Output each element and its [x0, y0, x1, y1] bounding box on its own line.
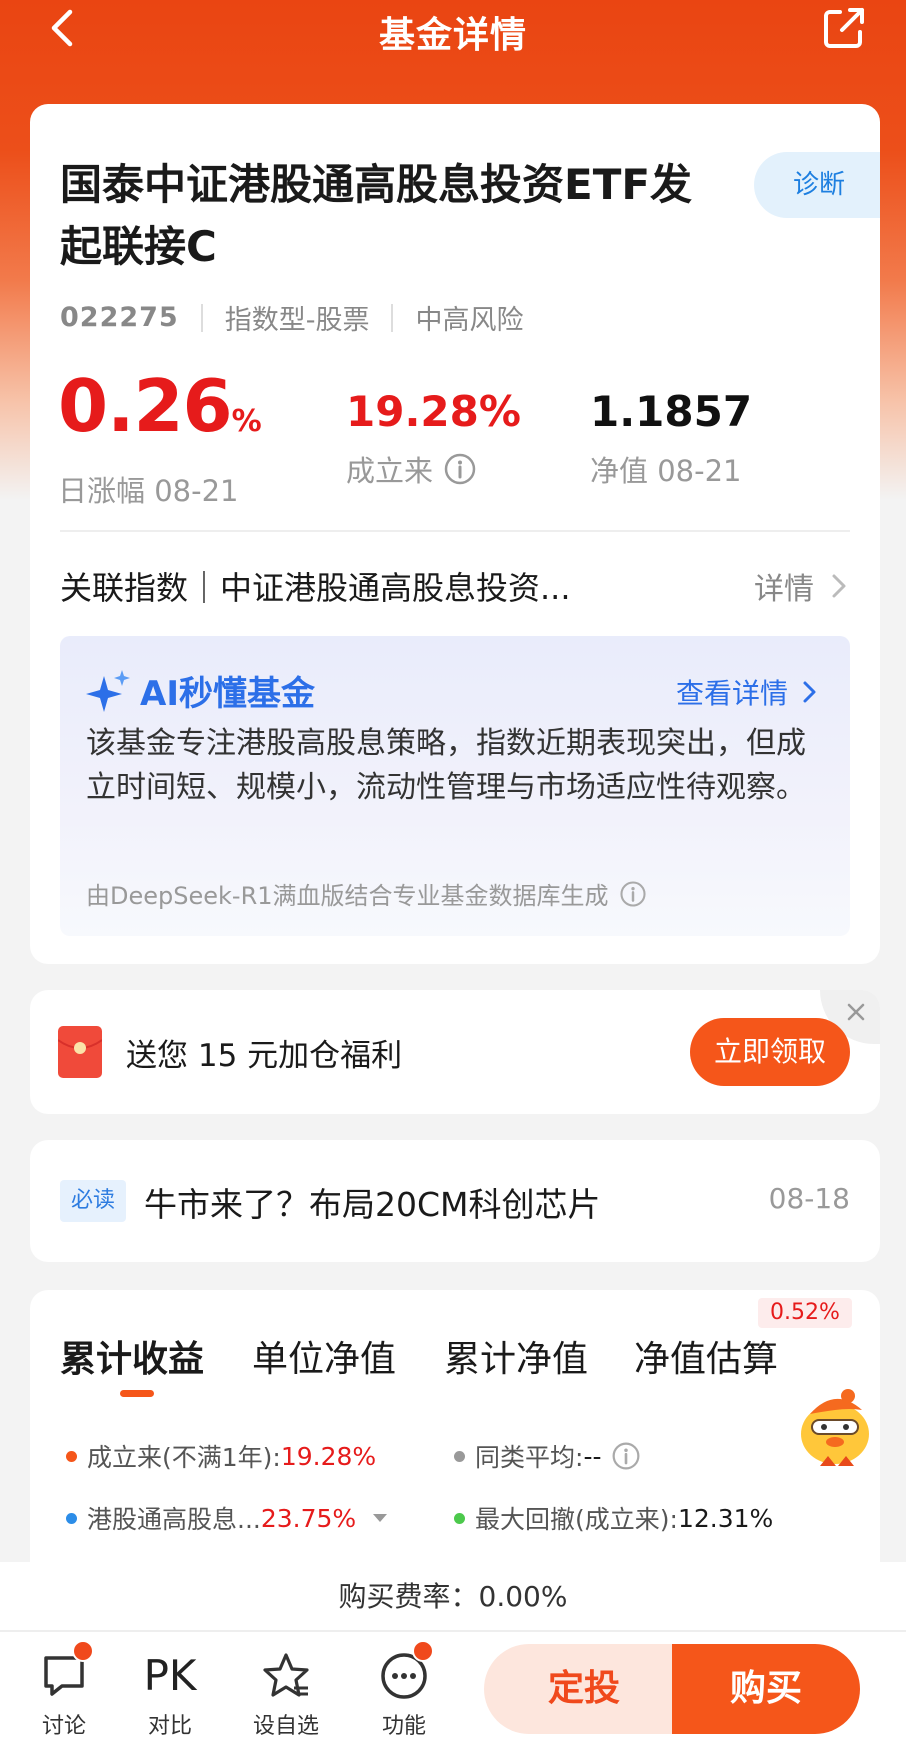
legend-peer-average: 同类平均: --: [454, 1438, 641, 1474]
news-card[interactable]: 必读 牛市来了？布局20CM科创芯片 08-18: [30, 1140, 880, 1262]
ai-summary-header: AI秒懂基金: [86, 666, 315, 715]
bottom-nav-functions-label: 功能: [381, 1714, 426, 1737]
legend-inception-value: 19.28%: [280, 1441, 377, 1471]
promo-card: 送您 15 元加仓福利 立即领取: [30, 990, 880, 1114]
promo-text: 送您 15 元加仓福利: [126, 1038, 403, 1074]
active-tab-indicator: [120, 1390, 154, 1397]
section-divider: [60, 530, 850, 532]
related-index-detail[interactable]: 详情: [754, 564, 850, 608]
legend-dot: [454, 1450, 465, 1462]
bottom-nav-discuss-label: 讨论: [41, 1714, 86, 1737]
fund-summary-card: 国泰中证港股通高股息投资ETF发起联接C 诊断 022275 指数型-股票 中高…: [30, 104, 880, 964]
legend-index-value: 23.75%: [260, 1503, 357, 1533]
fund-name: 国泰中证港股通高股息投资ETF发起联接C: [60, 160, 693, 271]
chick-mascot-icon[interactable]: [790, 1380, 880, 1470]
ai-summary-body: 该基金专注港股高股息策略，指数近期表现突出，但成立时间短、规模小，流动性管理与市…: [86, 726, 806, 805]
since-inception-stat[interactable]: 19.28% 成立来: [346, 366, 521, 490]
estimate-badge: 0.52%: [758, 1298, 852, 1328]
tab-unit-nav[interactable]: 单位净值: [252, 1330, 396, 1382]
nav-stat: 1.1857 净值 08-21: [590, 366, 752, 490]
purchase-fee-bar: 购买费率：0.00%: [0, 1562, 906, 1632]
chevron-right-icon: [803, 681, 816, 703]
legend-peer-average-value: --: [583, 1441, 602, 1471]
ai-summary-footer: 由DeepSeek-R1满血版结合专业基金数据库生成: [86, 876, 647, 911]
pk-icon: PK: [143, 1651, 197, 1700]
dropdown-triangle-icon[interactable]: [372, 1513, 388, 1523]
ai-summary-footer-text: 由DeepSeek-R1满血版结合专业基金数据库生成: [86, 882, 609, 910]
news-title[interactable]: 牛市来了？布局20CM科创芯片: [144, 1178, 601, 1226]
ai-sparkle-icon: [86, 669, 130, 712]
legend-dot: [454, 1512, 465, 1524]
since-inception-label: 成立来: [346, 454, 434, 488]
bottom-nav-discuss[interactable]: 讨论: [24, 1650, 104, 1737]
tab-cumulative-return[interactable]: 累计收益: [60, 1330, 204, 1382]
legend-dot: [66, 1512, 77, 1524]
legend-peer-average-label: 同类平均:: [475, 1443, 584, 1472]
daily-change-value: 0.26%: [58, 364, 262, 448]
legend-inception-label: 成立来(不满1年):: [87, 1443, 281, 1472]
info-icon[interactable]: [611, 1441, 641, 1471]
legend-max-drawdown: 最大回撤(成立来): 12.31%: [454, 1500, 773, 1536]
legend-index[interactable]: 港股通高股息... 23.75%: [66, 1500, 388, 1536]
bottom-nav-watchlist-label: 设自选: [252, 1714, 319, 1737]
bottom-nav-compare-label: 对比: [147, 1714, 192, 1737]
fund-meta: 022275 指数型-股票 中高风险: [60, 298, 523, 337]
fund-risk: 中高风险: [415, 305, 524, 336]
notification-dot: [412, 1640, 434, 1662]
ai-view-details-label: 查看详情: [675, 677, 788, 710]
bottom-nav-compare[interactable]: PK 对比: [130, 1650, 210, 1737]
bottom-nav-functions[interactable]: 功能: [364, 1650, 444, 1737]
fund-type: 指数型-股票: [224, 305, 370, 336]
close-icon[interactable]: [844, 1000, 868, 1024]
since-inception-label-row: 成立来: [346, 448, 521, 490]
tab-cumulative-nav[interactable]: 累计净值: [444, 1330, 588, 1382]
legend-index-label: 港股通高股息...: [87, 1505, 261, 1534]
since-inception-value: 19.28%: [346, 387, 521, 436]
claim-button[interactable]: 立即领取: [690, 1018, 850, 1086]
sip-button[interactable]: 定投: [484, 1644, 684, 1734]
legend-max-drawdown-label: 最大回撤(成立来):: [475, 1505, 678, 1534]
ai-view-details-link[interactable]: 查看详情: [676, 672, 820, 712]
legend-inception: 成立来(不满1年): 19.28%: [66, 1438, 376, 1474]
performance-tabs: 累计收益 单位净值 累计净值 净值估算: [60, 1330, 850, 1410]
must-read-badge: 必读: [60, 1180, 126, 1222]
ai-summary-title: AI秒懂基金: [140, 674, 315, 714]
nav-label: 净值 08-21: [590, 454, 742, 488]
meta-divider: [391, 303, 394, 332]
info-icon[interactable]: [619, 880, 647, 908]
notification-dot: [72, 1640, 94, 1662]
share-icon[interactable]: [820, 4, 868, 52]
nav-value: 1.1857: [590, 387, 753, 436]
chevron-right-icon: [832, 574, 846, 598]
bottom-nav-watchlist[interactable]: 设自选: [246, 1650, 326, 1737]
top-bar: 基金详情: [0, 0, 906, 60]
red-envelope-icon: [58, 1026, 102, 1078]
daily-change-label: 日涨幅 08-21: [58, 474, 239, 508]
star-icon: [263, 1653, 309, 1697]
legend-dot: [66, 1450, 77, 1462]
news-date: 08-18: [768, 1182, 850, 1215]
related-index-row[interactable]: 关联指数｜中证港股通高股息投资... 详情: [60, 556, 850, 616]
fund-code: 022275: [60, 302, 179, 333]
meta-divider: [200, 303, 203, 332]
bottom-action-bar: 讨论 PK 对比 设自选 功能 定投 购买: [0, 1632, 906, 1737]
info-icon[interactable]: [443, 452, 477, 486]
diagnose-button[interactable]: 诊断: [754, 152, 880, 218]
page-title: 基金详情: [378, 15, 527, 56]
related-index-text: 关联指数｜中证港股通高股息投资...: [60, 569, 571, 607]
ai-summary-box: AI秒懂基金 查看详情 该基金专注港股高股息策略，指数近期表现突出，但成立时间短…: [60, 636, 850, 936]
related-index-detail-label: 详情: [754, 572, 814, 607]
buy-button[interactable]: 购买: [672, 1644, 860, 1734]
legend-max-drawdown-value: 12.31%: [677, 1503, 774, 1533]
tab-nav-estimate[interactable]: 净值估算: [634, 1330, 778, 1382]
daily-change-stat: 0.26% 日涨幅 08-21: [58, 364, 262, 510]
